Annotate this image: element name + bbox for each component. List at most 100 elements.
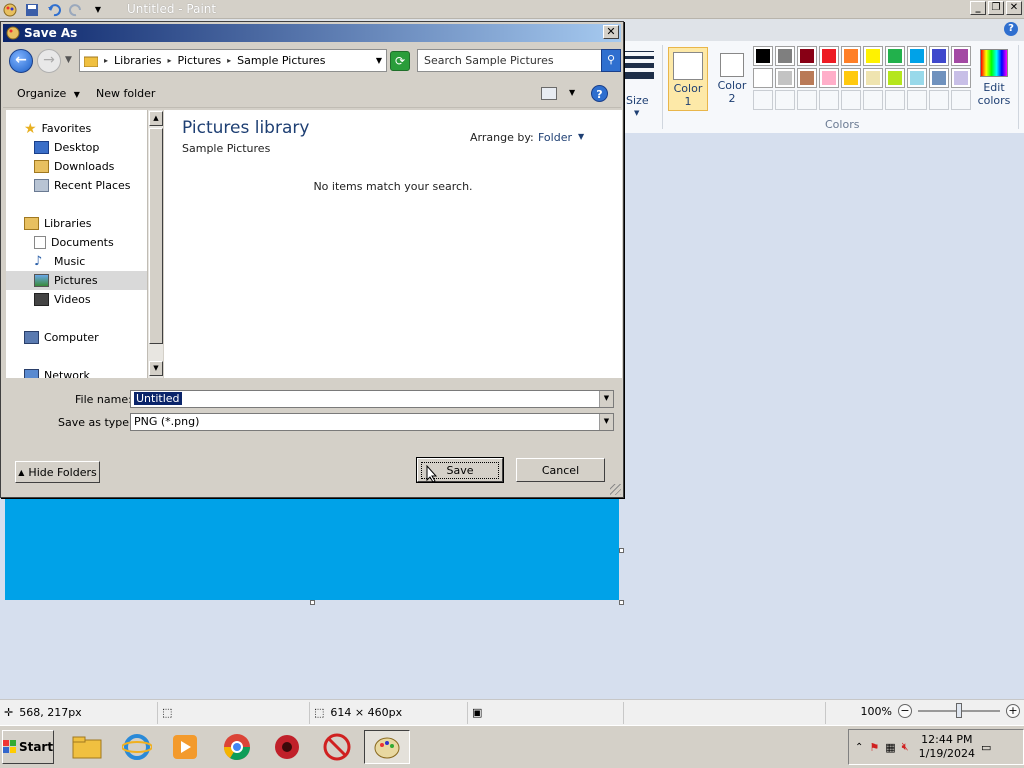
nav-computer[interactable]: Computer <box>6 328 147 347</box>
palette-swatch[interactable] <box>863 46 883 66</box>
resize-handle-right[interactable] <box>619 548 624 553</box>
zoom-in-button[interactable]: + <box>1006 704 1020 718</box>
breadcrumb-sample-pictures[interactable]: Sample Pictures <box>237 54 325 67</box>
palette-swatch[interactable] <box>775 68 795 88</box>
organize-button[interactable]: Organize ▼ <box>17 87 80 100</box>
start-button[interactable]: Start <box>2 730 54 764</box>
hide-folders-button[interactable]: ▲ Hide Folders <box>15 461 100 483</box>
zoom-slider-thumb[interactable] <box>956 703 962 718</box>
palette-swatch[interactable] <box>753 46 773 66</box>
palette-swatch[interactable] <box>797 46 817 66</box>
scroll-down-button[interactable]: ▼ <box>149 361 163 376</box>
file-name-input[interactable]: Untitled ▼ <box>130 390 614 408</box>
resize-handle-corner[interactable] <box>619 600 624 605</box>
color1-button[interactable]: Color 1 <box>668 47 708 111</box>
palette-swatch[interactable] <box>885 46 905 66</box>
save-as-type-dropdown-icon[interactable]: ▼ <box>599 414 613 430</box>
undo-icon[interactable] <box>46 2 62 17</box>
clock[interactable]: 12:44 PM 1/19/2024 <box>919 733 975 761</box>
nav-libraries[interactable]: Libraries <box>6 214 147 233</box>
dialog-resize-grip[interactable] <box>610 484 621 495</box>
search-input[interactable]: Search Sample Pictures <box>417 49 603 72</box>
palette-swatch[interactable] <box>753 68 773 88</box>
arrange-by-dropdown[interactable]: Folder <box>538 131 572 144</box>
cancel-button[interactable]: Cancel <box>516 458 605 482</box>
size-button[interactable]: Size ▼ <box>622 49 662 129</box>
action-center-icon[interactable]: ⚑ <box>869 741 879 754</box>
dialog-close-button[interactable]: ✕ <box>603 25 619 39</box>
navigation-pane-scrollbar[interactable]: ▲ ▼ <box>147 110 163 378</box>
nav-network[interactable]: Network <box>6 366 147 378</box>
paint-taskbar-icon[interactable] <box>364 730 410 764</box>
media-player-taskbar-icon[interactable] <box>162 730 208 764</box>
nav-pictures[interactable]: Pictures <box>6 271 147 290</box>
palette-swatch[interactable] <box>929 46 949 66</box>
zoom-out-button[interactable]: − <box>898 704 912 718</box>
view-options-dropdown[interactable]: ▼ <box>569 88 575 97</box>
breadcrumb-arrow[interactable]: ▸ <box>104 56 108 65</box>
explorer-taskbar-icon[interactable] <box>64 730 110 764</box>
file-list[interactable]: Pictures library Sample Pictures Arrange… <box>164 110 622 378</box>
close-button[interactable]: ✕ <box>1006 1 1022 15</box>
palette-swatch[interactable] <box>951 46 971 66</box>
custom-color-slot[interactable] <box>929 90 949 110</box>
file-name-dropdown-icon[interactable]: ▼ <box>599 391 613 407</box>
custom-color-slot[interactable] <box>907 90 927 110</box>
nav-music[interactable]: ♪ Music <box>6 252 147 271</box>
paint-app-icon[interactable] <box>2 2 18 17</box>
custom-color-slot[interactable] <box>775 90 795 110</box>
redo-icon[interactable] <box>68 2 84 17</box>
palette-swatch[interactable] <box>885 68 905 88</box>
address-dropdown-icon[interactable]: ▼ <box>376 56 382 65</box>
custom-color-slot[interactable] <box>819 90 839 110</box>
zoom-slider[interactable] <box>918 703 1000 718</box>
nav-recent-places[interactable]: Recent Places <box>6 176 147 195</box>
custom-color-slot[interactable] <box>841 90 861 110</box>
custom-color-slot[interactable] <box>797 90 817 110</box>
nav-downloads[interactable]: Downloads <box>6 157 147 176</box>
save-icon[interactable] <box>24 2 40 17</box>
network-icon[interactable]: ▦ <box>885 741 895 754</box>
nav-videos[interactable]: Videos <box>6 290 147 309</box>
scrollbar-thumb[interactable] <box>149 128 163 344</box>
breadcrumb-arrow[interactable]: ▸ <box>227 56 231 65</box>
restore-button[interactable]: ❐ <box>988 1 1004 15</box>
palette-swatch[interactable] <box>951 68 971 88</box>
show-hidden-icons[interactable]: ⌃ <box>855 742 863 753</box>
custom-color-slot[interactable] <box>863 90 883 110</box>
palette-swatch[interactable] <box>863 68 883 88</box>
search-icon[interactable]: ⚲ <box>601 49 621 72</box>
edit-colors-button[interactable]: Edit colors <box>974 47 1014 107</box>
palette-swatch[interactable] <box>819 46 839 66</box>
save-as-type-select[interactable]: PNG (*.png) ▼ <box>130 413 614 431</box>
breadcrumb-pictures[interactable]: Pictures <box>178 54 222 67</box>
back-button[interactable]: ← <box>9 49 33 73</box>
refresh-button[interactable]: ⟳ <box>390 51 410 71</box>
color2-button[interactable]: Color 2 <box>712 47 752 111</box>
custom-color-slot[interactable] <box>951 90 971 110</box>
palette-swatch[interactable] <box>841 68 861 88</box>
drawing-canvas[interactable] <box>5 499 619 600</box>
nav-documents[interactable]: Documents <box>6 233 147 252</box>
new-folder-button[interactable]: New folder <box>96 87 155 100</box>
arrange-by-dropdown-icon[interactable]: ▼ <box>578 132 584 141</box>
palette-swatch[interactable] <box>907 46 927 66</box>
palette-swatch[interactable] <box>819 68 839 88</box>
minimize-button[interactable]: _ <box>970 1 986 15</box>
nav-desktop[interactable]: Desktop <box>6 138 147 157</box>
help-icon[interactable]: ? <box>591 85 608 102</box>
custom-color-slot[interactable] <box>753 90 773 110</box>
breadcrumb-arrow[interactable]: ▸ <box>168 56 172 65</box>
volume-muted-icon[interactable]: 🔇︎ <box>902 740 909 754</box>
internet-explorer-taskbar-icon[interactable] <box>114 730 160 764</box>
help-icon[interactable]: ? <box>1004 22 1018 36</box>
custom-color-slot[interactable] <box>885 90 905 110</box>
scroll-up-button[interactable]: ▲ <box>149 111 163 126</box>
qat-dropdown-icon[interactable]: ▼ <box>90 2 106 17</box>
change-view-icon[interactable] <box>541 87 557 100</box>
recent-locations-dropdown[interactable]: ▼ <box>65 55 72 65</box>
nav-favorites[interactable]: ★ Favorites <box>6 119 147 138</box>
address-bar[interactable]: ▸ Libraries ▸ Pictures ▸ Sample Pictures… <box>79 49 387 72</box>
app-settings-taskbar-icon[interactable] <box>264 730 310 764</box>
palette-swatch[interactable] <box>797 68 817 88</box>
